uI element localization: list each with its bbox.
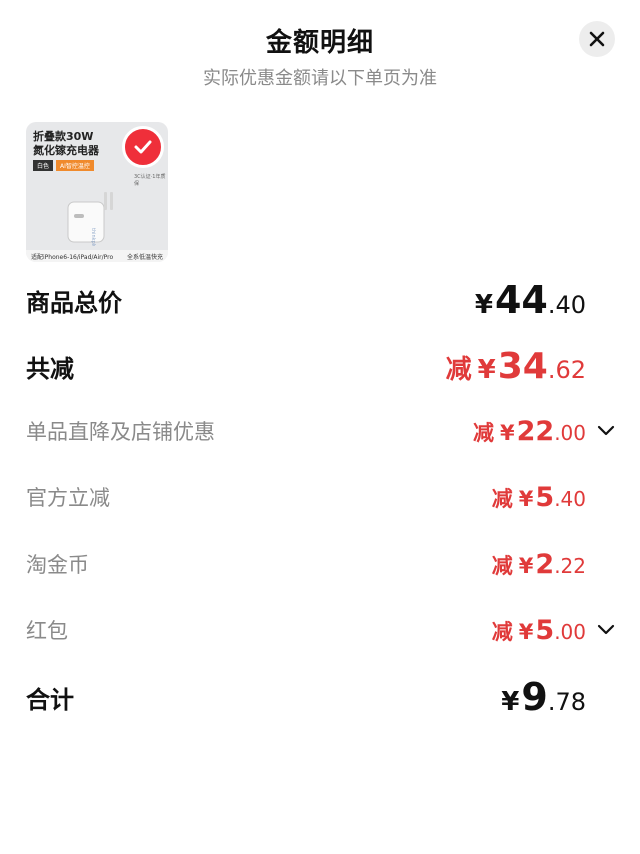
amount-integer: 22	[516, 415, 555, 447]
currency-symbol: ¥	[501, 687, 520, 717]
reduce-prefix: 减	[491, 619, 513, 644]
amount-integer: 34	[497, 345, 548, 387]
check-badge	[122, 126, 164, 168]
amount-decimal: .00	[554, 619, 586, 644]
total-reduce-amount: 减 ¥ 34 .62	[446, 346, 586, 387]
currency-symbol: ¥	[474, 290, 493, 320]
row-total-reduce: 共减 减 ¥ 34 .62	[26, 346, 616, 387]
taojinbi-amount: 减 ¥ 2 .22	[492, 549, 586, 580]
header: 金额明细 实际优惠金额请以下单页为准	[0, 0, 640, 100]
currency-symbol: ¥	[477, 354, 496, 385]
currency-symbol: ¥	[499, 420, 515, 445]
product-footer: 适配iPhone6-16/iPad/Air/Pro 全系低温快充	[26, 250, 168, 262]
product-thumbnail[interactable]: 折叠款30W 氮化镓充电器 白色 AI智控温控 3C认证·1年质保 thinkp…	[26, 122, 168, 262]
sum-label: 合计	[26, 685, 74, 714]
official-reduce-label: 官方立减	[26, 486, 110, 510]
reduce-prefix: 减	[445, 354, 472, 385]
amount-integer: 2	[535, 548, 555, 580]
expand-store-discount[interactable]	[596, 425, 616, 437]
amount-decimal: .22	[554, 553, 586, 578]
product-tag-color: 白色	[33, 160, 54, 171]
row-red-packet[interactable]: 红包 减 ¥ 5 .00	[26, 610, 616, 650]
page-subtitle: 实际优惠金额请以下单页为准	[203, 68, 437, 89]
amount-decimal: .00	[554, 420, 586, 445]
row-taojinbi: 淘金币 减 ¥ 2 .22	[26, 544, 616, 584]
amount-decimal: .62	[547, 355, 586, 384]
product-note: 3C认证·1年质保	[134, 174, 166, 187]
close-icon	[589, 31, 605, 47]
sum-amount: ¥ 9 .78	[501, 675, 586, 719]
product-tag-feature: AI智控温控	[56, 160, 94, 171]
store-discount-amount: 减 ¥ 22 .00	[473, 416, 586, 447]
total-price-label: 商品总价	[26, 288, 122, 317]
taojinbi-label: 淘金币	[26, 553, 89, 577]
product-footer-right: 全系低温快充	[126, 253, 163, 261]
product-brand: thinkplus	[90, 228, 96, 246]
reduce-prefix: 减	[491, 486, 513, 511]
row-store-discount[interactable]: 单品直降及店铺优惠 减 ¥ 22 .00	[26, 411, 616, 451]
product-tags: 白色 AI智控温控	[33, 160, 94, 171]
expand-red-packet[interactable]	[596, 624, 616, 636]
row-official-reduce: 官方立减 减 ¥ 5 .40	[26, 477, 616, 517]
product-title-line2: 氮化镓充电器	[33, 144, 99, 157]
currency-symbol: ¥	[518, 553, 534, 578]
reduce-prefix: 减	[491, 553, 513, 578]
row-total-price: 商品总价 ¥ 44 .40	[26, 278, 616, 322]
red-packet-amount: 减 ¥ 5 .00	[492, 615, 586, 646]
amount-integer: 5	[535, 481, 555, 513]
official-reduce-amount: 减 ¥ 5 .40	[492, 482, 586, 513]
check-icon	[134, 140, 152, 154]
page-title: 金额明细	[265, 28, 374, 58]
row-sum: 合计 ¥ 9 .78	[26, 675, 616, 719]
currency-symbol: ¥	[518, 619, 534, 644]
store-discount-label: 单品直降及店铺优惠	[26, 420, 215, 444]
total-reduce-label: 共减	[26, 354, 74, 383]
amount-decimal: .40	[554, 486, 586, 511]
product-footer-left: 适配iPhone6-16/iPad/Air/Pro	[31, 253, 114, 261]
total-price-amount: ¥ 44 .40	[475, 278, 586, 322]
amount-decimal: .40	[547, 291, 586, 319]
amount-integer: 9	[521, 675, 548, 719]
reduce-prefix: 减	[472, 420, 494, 445]
product-title-line1: 折叠款30W	[33, 130, 94, 143]
amount-decimal: .78	[547, 688, 586, 716]
amount-integer: 44	[494, 278, 548, 322]
chevron-down-icon	[597, 624, 615, 635]
red-packet-label: 红包	[26, 619, 68, 643]
close-button[interactable]	[579, 21, 615, 57]
charger-image: thinkplus	[67, 192, 113, 246]
amount-integer: 5	[535, 614, 555, 646]
chevron-down-icon	[597, 425, 615, 436]
currency-symbol: ¥	[518, 486, 534, 511]
product-title: 折叠款30W 氮化镓充电器	[33, 130, 99, 158]
